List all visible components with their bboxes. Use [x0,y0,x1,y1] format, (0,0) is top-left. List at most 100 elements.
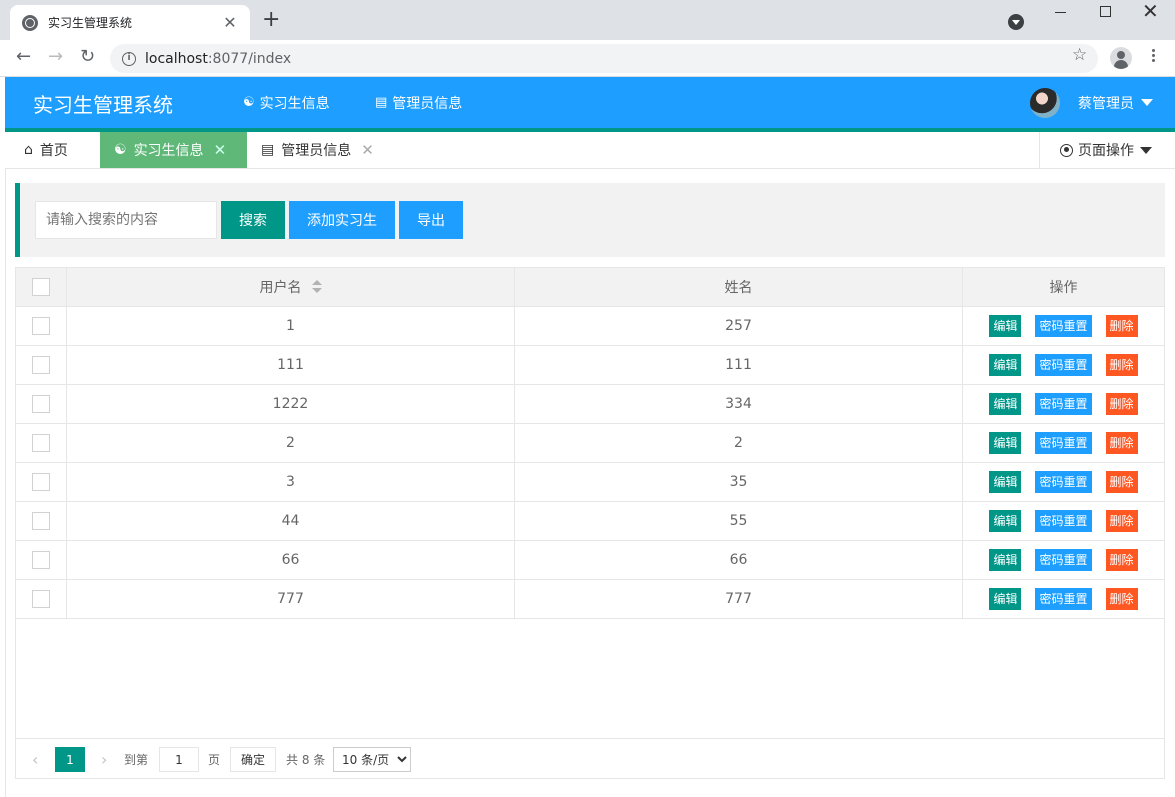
reset-password-button[interactable]: 密码重置 [1035,393,1092,415]
cell-username-text: 777 [277,591,304,607]
nav-admin-info-label: 管理员信息 [392,95,463,112]
chevron-down-icon [1140,146,1152,154]
add-intern-button[interactable]: 添加实习生 [289,201,395,239]
cell-username-text: 2 [286,435,295,451]
header-username[interactable]: 用户名 [67,268,515,306]
cell-username-text: 66 [281,552,300,568]
cell-username: 1222 [67,385,515,423]
new-tab-icon[interactable]: + [262,9,280,31]
edit-button[interactable]: 编辑 [989,549,1022,571]
close-icon[interactable]: ✕ [214,141,227,159]
app-header: 实习生管理系统 ☯ 实习生信息 ▤ 管理员信息 蔡管理员 [5,77,1175,132]
reset-password-button[interactable]: 密码重置 [1035,354,1092,376]
avatar[interactable] [1030,88,1060,118]
row-checkbox-cell [16,580,67,618]
header-checkbox-cell [16,268,67,306]
cell-ops: 编辑 密码重置 删除 [963,580,1164,618]
account-icon[interactable] [1110,47,1132,69]
cell-ops: 编辑 密码重置 删除 [963,463,1164,501]
cell-name-text: 66 [729,552,748,568]
tab-home[interactable]: ⌂ 首页 [10,132,105,168]
search-input[interactable] [35,201,217,239]
cell-ops: 编辑 密码重置 删除 [963,346,1164,384]
delete-button[interactable]: 删除 [1105,354,1138,376]
delete-button[interactable]: 删除 [1105,393,1138,415]
page-tabs: ⌂ 首页 ☯ 实习生信息 ✕ ▤ 管理员信息 ✕ 页面操作 [5,132,1175,169]
nav-admin-info[interactable]: ▤ 管理员信息 [355,77,482,128]
maximize-icon[interactable] [1100,6,1111,17]
row-checkbox[interactable] [32,317,50,335]
target-icon [1060,143,1073,157]
table-row: 3 35 编辑 密码重置 删除 [16,463,1164,502]
page-ops-button[interactable]: 页面操作 [1039,132,1175,168]
close-tab-icon[interactable]: ✕ [222,13,238,32]
minimize-icon[interactable] [1055,12,1066,13]
row-checkbox[interactable] [32,512,50,530]
edit-button[interactable]: 编辑 [989,354,1022,376]
forward-icon[interactable]: → [48,47,63,67]
browser-tab[interactable]: 实习生管理系统 ✕ [10,5,250,40]
prev-page-icon[interactable]: ‹ [32,747,38,772]
row-checkbox[interactable] [32,590,50,608]
left-border [5,169,6,797]
browser-menu-icon[interactable] [1152,49,1156,64]
reload-icon[interactable]: ↻ [80,47,95,67]
address-bar: ← → ↻ i localhost:8077/index ☆ [0,40,1175,77]
sort-icon[interactable] [311,280,322,294]
select-all-checkbox[interactable] [32,278,50,296]
cell-name: 2 [515,424,963,462]
delete-button[interactable]: 删除 [1105,549,1138,571]
edit-button[interactable]: 编辑 [989,510,1022,532]
edit-button[interactable]: 编辑 [989,588,1022,610]
close-icon[interactable]: ✕ [361,141,374,159]
edit-button[interactable]: 编辑 [989,315,1022,337]
tab-search-icon[interactable] [1008,14,1024,30]
window-close-icon[interactable]: ✕ [1142,0,1159,23]
next-page-icon[interactable]: › [101,747,107,772]
reset-password-button[interactable]: 密码重置 [1035,471,1092,493]
info-icon[interactable]: i [122,51,136,66]
browser-tab-title: 实习生管理系统 [48,16,133,30]
page-current[interactable]: 1 [55,747,85,772]
user-name[interactable]: 蔡管理员 [1078,93,1134,113]
intern-table: 用户名 姓名 操作 1 257 编辑 密码重置 删除 111 111 编辑 密码重置 删除 1222… [15,267,1165,779]
back-icon[interactable]: ← [16,47,31,67]
url-field[interactable]: i localhost:8077/index [110,44,1098,73]
reset-password-button[interactable]: 密码重置 [1035,549,1092,571]
goto-page-input[interactable] [159,747,199,772]
row-checkbox[interactable] [32,551,50,569]
edit-button[interactable]: 编辑 [989,393,1022,415]
delete-button[interactable]: 删除 [1105,588,1138,610]
tab-intern-info[interactable]: ☯ 实习生信息 ✕ [100,132,247,168]
reset-password-button[interactable]: 密码重置 [1035,432,1092,454]
search-toolbar: 搜索 添加实习生 导出 [15,183,1165,257]
page-size-select[interactable]: 10 条/页 [333,747,411,772]
chevron-down-icon[interactable] [1141,99,1153,106]
cell-name: 334 [515,385,963,423]
cell-username: 1 [67,307,515,345]
nav-intern-info[interactable]: ☯ 实习生信息 [223,77,350,128]
delete-button[interactable]: 删除 [1105,471,1138,493]
row-checkbox[interactable] [32,434,50,452]
reset-password-button[interactable]: 密码重置 [1035,315,1092,337]
delete-button[interactable]: 删除 [1105,315,1138,337]
reset-password-button[interactable]: 密码重置 [1035,510,1092,532]
header-ops: 操作 [963,268,1164,306]
cell-name-text: 2 [734,435,743,451]
edit-button[interactable]: 编辑 [989,471,1022,493]
tab-admin-info[interactable]: ▤ 管理员信息 ✕ [247,132,397,168]
goto-confirm-button[interactable]: 确定 [230,747,277,772]
delete-button[interactable]: 删除 [1105,432,1138,454]
bookmark-star-icon[interactable]: ☆ [1072,45,1087,65]
cell-ops: 编辑 密码重置 删除 [963,385,1164,423]
cell-username: 44 [67,502,515,540]
row-checkbox[interactable] [32,395,50,413]
reset-password-button[interactable]: 密码重置 [1035,588,1092,610]
search-button[interactable]: 搜索 [221,201,285,239]
row-checkbox[interactable] [32,356,50,374]
edit-button[interactable]: 编辑 [989,432,1022,454]
row-checkbox-cell [16,502,67,540]
row-checkbox[interactable] [32,473,50,491]
delete-button[interactable]: 删除 [1105,510,1138,532]
export-button[interactable]: 导出 [399,201,463,239]
